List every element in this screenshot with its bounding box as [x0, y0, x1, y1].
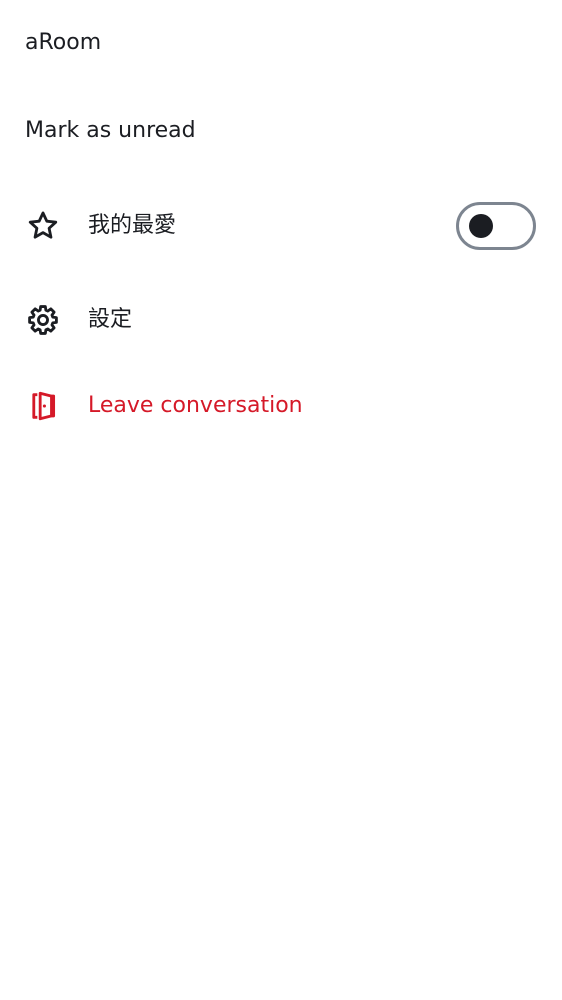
room-title: aRoom — [25, 30, 102, 55]
favourite-toggle[interactable] — [456, 202, 536, 250]
toggle-knob — [469, 214, 493, 238]
settings-item[interactable]: 設定 — [0, 290, 562, 350]
favourite-item[interactable]: 我的最愛 — [0, 196, 562, 256]
favourite-label: 我的最愛 — [88, 213, 177, 238]
gear-icon — [25, 302, 61, 338]
leave-conversation-label: Leave conversation — [88, 393, 303, 418]
star-icon — [25, 208, 61, 244]
door-leave-icon — [25, 388, 61, 424]
mark-as-unread-label: Mark as unread — [25, 118, 196, 143]
leave-conversation-item[interactable]: Leave conversation — [0, 376, 562, 436]
mark-as-unread-item[interactable]: Mark as unread — [0, 101, 562, 161]
settings-label: 設定 — [88, 307, 133, 332]
